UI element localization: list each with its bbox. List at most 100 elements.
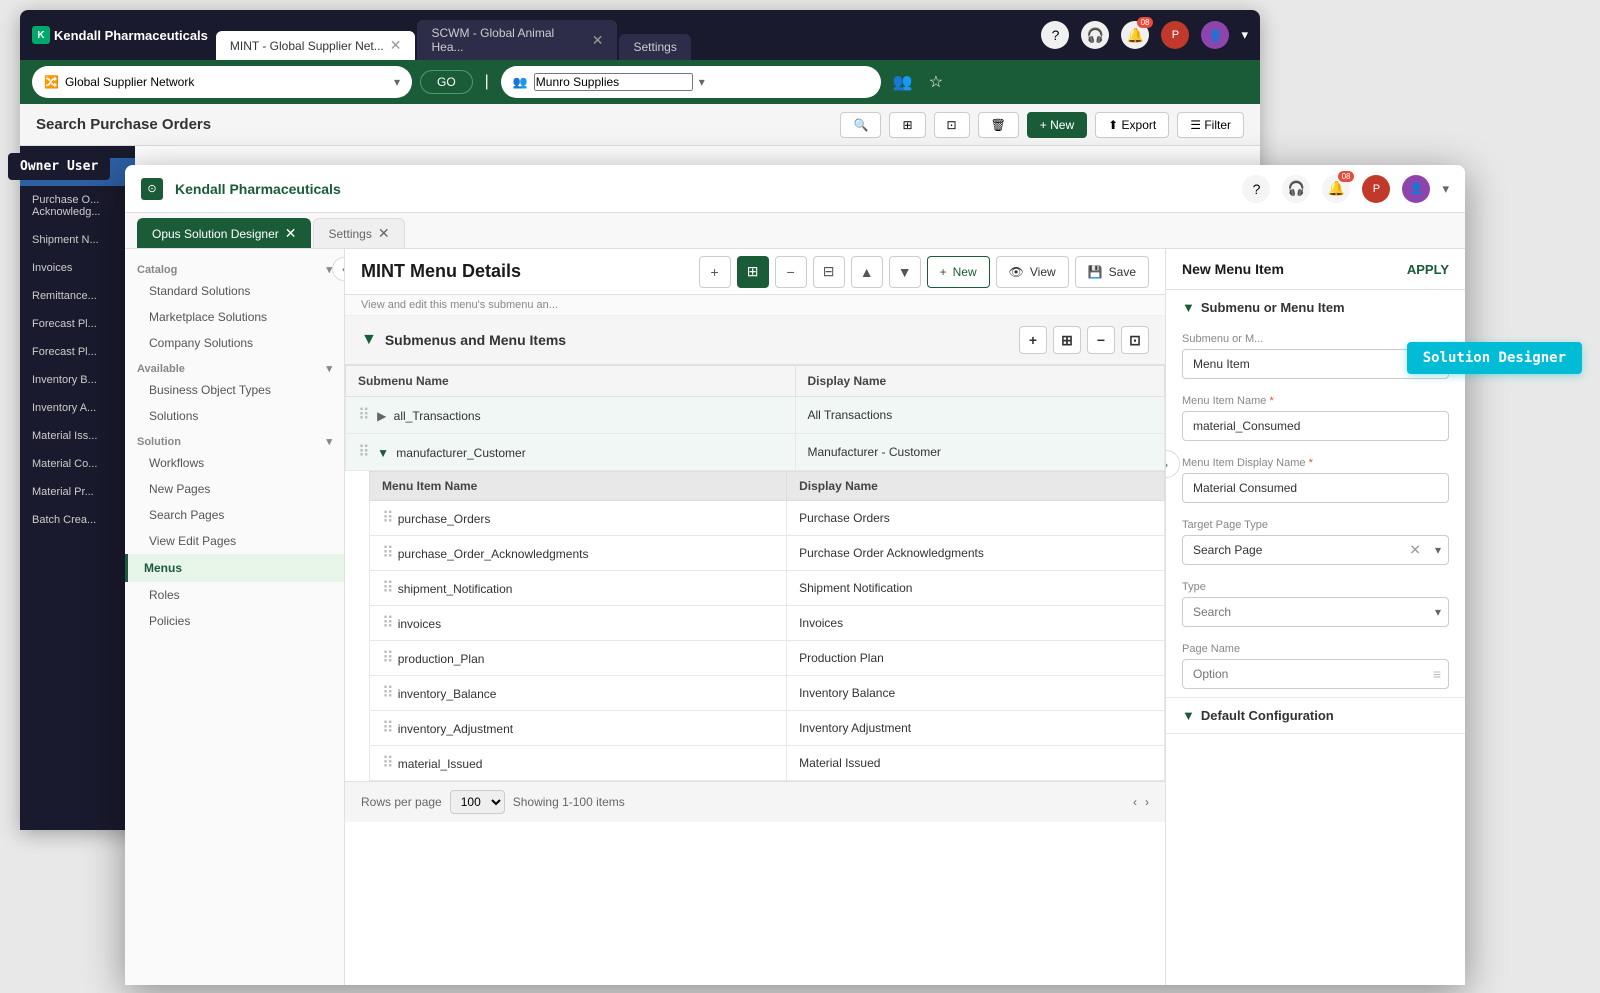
sidebar-item-menus[interactable]: Menus	[125, 554, 344, 582]
sidebar-item-marketplace-solutions[interactable]: Marketplace Solutions	[125, 304, 344, 330]
inner-user-avatar-p[interactable]: P	[1362, 175, 1390, 203]
outer-sidebar-material-pr[interactable]: Material Pr...	[20, 478, 135, 506]
toolbar-down-btn[interactable]: ▼	[889, 256, 921, 288]
user-avatar-p[interactable]: P	[1161, 21, 1189, 49]
outer-tab-3[interactable]: Settings	[619, 34, 690, 60]
sidebar-item-roles[interactable]: Roles	[125, 582, 344, 608]
drag-handle-icon[interactable]: ⠿	[382, 615, 394, 632]
table-row[interactable]: ⠿shipment_Notification Shipment Notifica…	[370, 571, 1165, 606]
sidebar-item-company-solutions[interactable]: Company Solutions	[125, 330, 344, 356]
submenus-add-btn[interactable]: +	[1019, 326, 1047, 354]
outer-new-btn[interactable]: + New	[1027, 112, 1087, 138]
outer-sidebar-material-co[interactable]: Material Co...	[20, 450, 135, 478]
table-row[interactable]: ⠿ ▶ all_Transactions All Transactions	[346, 397, 1165, 434]
submenus-grid-btn[interactable]: ⊞	[1053, 326, 1081, 354]
outer-tab-1-close[interactable]: ✕	[390, 37, 402, 54]
rows-per-page-select[interactable]: 100 50 25	[450, 790, 505, 814]
toolbar-minus-btn[interactable]: −	[775, 256, 807, 288]
sidebar-item-business-object-types[interactable]: Business Object Types	[125, 377, 344, 403]
sidebar-item-policies[interactable]: Policies	[125, 608, 344, 634]
sidebar-item-new-pages[interactable]: New Pages	[125, 476, 344, 502]
outer-tab-1[interactable]: MINT - Global Supplier Net... ✕	[216, 31, 416, 60]
drag-handle-icon[interactable]: ⠿	[382, 510, 394, 527]
outer-sidebar-inventory-b[interactable]: Inventory B...	[20, 366, 135, 394]
user-avatar-photo[interactable]: 👤	[1201, 21, 1229, 49]
outer-export-btn[interactable]: ⬆ Export	[1095, 112, 1169, 138]
toolbar-new-btn[interactable]: + New	[927, 256, 990, 288]
people-icon[interactable]: 👥	[889, 68, 917, 96]
inner-help-icon[interactable]: ?	[1242, 175, 1270, 203]
item-name-input[interactable]	[1182, 411, 1449, 441]
apply-button[interactable]: APPLY	[1407, 262, 1449, 277]
next-page-icon[interactable]: ›	[1145, 795, 1149, 809]
drag-handle-icon[interactable]: ⠿	[358, 444, 370, 461]
prev-page-icon[interactable]: ‹	[1133, 795, 1137, 809]
drag-handle-icon[interactable]: ⠿	[382, 650, 394, 667]
toolbar-up-btn[interactable]: ▲	[851, 256, 883, 288]
sidebar-item-solutions[interactable]: Solutions	[125, 403, 344, 429]
help-icon[interactable]: ?	[1041, 21, 1069, 49]
table-row[interactable]: ⠿material_Issued Material Issued	[370, 746, 1165, 781]
outer-tab-2[interactable]: SCWM - Global Animal Hea... ✕	[417, 20, 617, 60]
outer-search-btn[interactable]: 🔍	[840, 112, 881, 138]
expand-icon[interactable]: ▼	[377, 446, 389, 460]
outer-sidebar-material-iss[interactable]: Material Iss...	[20, 422, 135, 450]
panel-section-default-header[interactable]: ▼ Default Configuration	[1166, 698, 1465, 733]
inner-tab-opus[interactable]: Opus Solution Designer ✕	[137, 218, 311, 248]
sidebar-section-available[interactable]: Available ▾	[125, 356, 344, 377]
drag-handle-icon[interactable]: ⠿	[382, 580, 394, 597]
submenus-minus-btn[interactable]: −	[1087, 326, 1115, 354]
submenus-collapse-icon[interactable]: ▼	[361, 331, 377, 349]
outer-copy-btn[interactable]: ⊡	[934, 112, 970, 138]
expand-icon[interactable]: ▶	[377, 409, 386, 423]
nav-field-1[interactable]	[65, 75, 388, 89]
inner-headset-icon[interactable]: 🎧	[1282, 175, 1310, 203]
inner-tab-opus-close[interactable]: ✕	[285, 225, 297, 242]
outer-sidebar-invoices[interactable]: Invoices	[20, 254, 135, 282]
table-row[interactable]: ⠿inventory_Adjustment Inventory Adjustme…	[370, 711, 1165, 746]
drag-handle-icon[interactable]: ⠿	[358, 407, 370, 424]
inner-notification-bell[interactable]: 🔔 08	[1322, 175, 1350, 203]
toolbar-add-btn[interactable]: +	[699, 256, 731, 288]
outer-tab-2-close[interactable]: ✕	[592, 32, 604, 49]
toolbar-save-btn[interactable]: 💾 Save	[1075, 256, 1149, 288]
outer-sidebar-shipment[interactable]: Shipment N...	[20, 226, 135, 254]
drag-handle-icon[interactable]: ⠿	[382, 755, 394, 772]
inner-tab-settings[interactable]: Settings ✕	[313, 218, 404, 248]
sidebar-item-standard-solutions[interactable]: Standard Solutions	[125, 278, 344, 304]
target-page-clear-icon[interactable]: ✕	[1409, 542, 1421, 559]
page-name-edit-icon[interactable]: ≡	[1433, 666, 1441, 682]
outer-sidebar-forecast2[interactable]: Forecast Pl...	[20, 338, 135, 366]
nav-field-2-chevron[interactable]: ▾	[699, 75, 705, 89]
sidebar-item-view-edit-pages[interactable]: View Edit Pages	[125, 528, 344, 554]
headset-icon[interactable]: 🎧	[1081, 21, 1109, 49]
outer-filter-btn[interactable]: ☰ Filter	[1177, 112, 1244, 138]
table-row[interactable]: ⠿purchase_Order_Acknowledgments Purchase…	[370, 536, 1165, 571]
outer-sidebar-ack[interactable]: Purchase O... Acknowledg...	[20, 186, 135, 226]
outer-sidebar-forecast1[interactable]: Forecast Pl...	[20, 310, 135, 338]
drag-handle-icon[interactable]: ⠿	[382, 545, 394, 562]
table-row[interactable]: ⠿purchase_Orders Purchase Orders	[370, 501, 1165, 536]
outer-delete-btn[interactable]: 🗑	[978, 112, 1019, 138]
inner-user-dropdown-chevron[interactable]: ▾	[1442, 181, 1449, 197]
table-row[interactable]: ⠿invoices Invoices	[370, 606, 1165, 641]
toolbar-grid-btn[interactable]: ⊞	[737, 256, 769, 288]
drag-handle-icon[interactable]: ⠿	[382, 720, 394, 737]
inner-user-avatar-photo[interactable]: 👤	[1402, 175, 1430, 203]
drag-handle-icon[interactable]: ⠿	[382, 685, 394, 702]
outer-sidebar-inventory-a[interactable]: Inventory A...	[20, 394, 135, 422]
nav-go-button[interactable]: GO	[420, 70, 473, 94]
star-icon[interactable]: ☆	[925, 68, 947, 96]
submenus-copy-btn[interactable]: ⊡	[1121, 326, 1149, 354]
sidebar-section-solution[interactable]: Solution ▾	[125, 429, 344, 450]
sidebar-item-workflows[interactable]: Workflows	[125, 450, 344, 476]
toolbar-view-btn[interactable]: 👁 View	[996, 256, 1069, 288]
notification-bell[interactable]: 🔔 08	[1121, 21, 1149, 49]
sidebar-item-search-pages[interactable]: Search Pages	[125, 502, 344, 528]
outer-sidebar-remittance[interactable]: Remittance...	[20, 282, 135, 310]
table-row[interactable]: ⠿inventory_Balance Inventory Balance	[370, 676, 1165, 711]
sidebar-section-catalog[interactable]: Catalog ▾	[125, 257, 344, 278]
display-name-input[interactable]	[1182, 473, 1449, 503]
type-search-input[interactable]	[1182, 597, 1449, 627]
page-name-input[interactable]	[1182, 659, 1449, 689]
